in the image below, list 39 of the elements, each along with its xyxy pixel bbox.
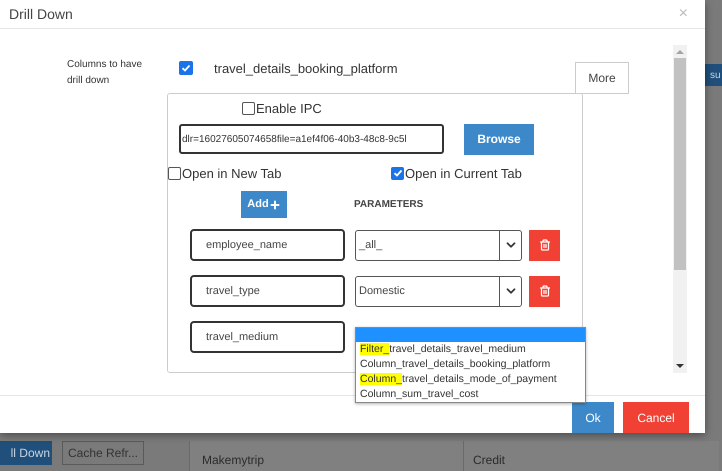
checkbox[interactable]: [242, 102, 255, 116]
parameter-name-field[interactable]: travel_type: [190, 275, 345, 307]
add-button[interactable]: Add: [241, 191, 287, 218]
checkbox[interactable]: [168, 166, 181, 180]
scroll-up-icon: [676, 49, 684, 55]
ok-button[interactable]: Ok: [572, 402, 614, 433]
cancel-button[interactable]: Cancel: [623, 402, 689, 433]
table-cell: Credit: [463, 441, 506, 471]
parameter-name-field[interactable]: travel_medium: [190, 321, 345, 353]
scrollbar[interactable]: [673, 45, 687, 373]
more-button[interactable]: More: [575, 62, 629, 94]
parameter-name-field[interactable]: employee_name: [190, 229, 345, 261]
dropdown-option[interactable]: Column_sum_travel_cost: [356, 387, 585, 402]
parameter-value-select[interactable]: Domestic: [355, 276, 522, 306]
scroll-down-icon: [676, 363, 684, 369]
checkmark-icon: [392, 168, 402, 178]
scrollbar-thumb[interactable]: [674, 58, 686, 270]
checkbox-label: Enable IPC: [256, 100, 322, 118]
field-label: Columns to have drill down: [67, 58, 144, 88]
url-input[interactable]: dlr=16027605074658file=a1ef4f06-40b3-48c8-9c5l: [179, 124, 444, 154]
table-cell-text: Makemytrip: [201, 452, 266, 469]
browse-button[interactable]: Browse: [464, 124, 534, 154]
trash-icon: [538, 239, 550, 251]
dialog-title: Drill Down: [9, 4, 73, 24]
dropdown-option[interactable]: Column_travel_details_booking_platform: [356, 357, 585, 372]
column-name: travel_details_booking_platform: [214, 60, 398, 78]
checkmark-icon: [181, 63, 191, 73]
plus-icon: [268, 198, 281, 210]
tab-label: su: [709, 68, 721, 82]
checkbox[interactable]: [179, 61, 193, 75]
delete-button[interactable]: [529, 230, 560, 260]
parameter-value-select[interactable]: _all_: [355, 230, 522, 260]
checkbox-label: Open in Current Tab: [405, 164, 522, 183]
trash-icon: [538, 285, 550, 297]
checkbox-label: Open in New Tab: [182, 164, 282, 183]
checkbox[interactable]: [391, 166, 404, 180]
drill-down-button[interactable]: ll Down: [0, 441, 52, 465]
section-heading: PARAMETERS: [354, 198, 424, 212]
delete-button[interactable]: [529, 276, 560, 306]
